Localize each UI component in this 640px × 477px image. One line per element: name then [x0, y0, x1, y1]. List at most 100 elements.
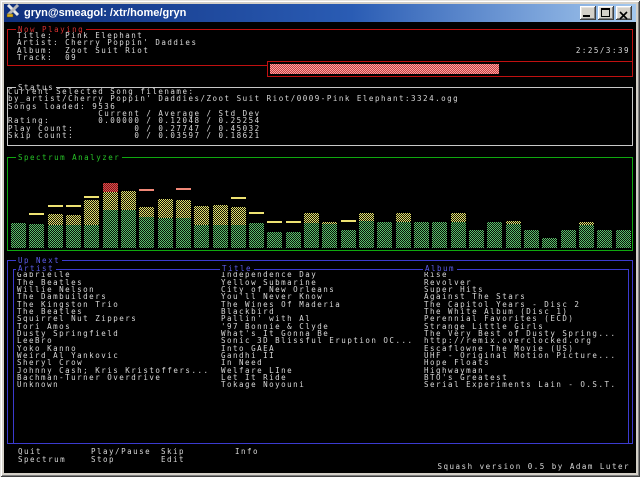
peak-marker	[48, 205, 63, 207]
spectrum-bar-segment	[451, 213, 466, 222]
spectrum-bar-segment	[542, 238, 557, 248]
spectrum-bar	[506, 221, 521, 248]
peak-marker	[231, 197, 246, 199]
spectrum-bar-segment	[286, 232, 301, 248]
spectrum-bar-segment	[213, 225, 228, 248]
spectrum-bar-segment	[48, 225, 63, 248]
version-text: Squash version 0.5 by Adam Luter	[438, 463, 631, 470]
spectrum-bars	[8, 158, 632, 250]
spectrum-bar-segment	[121, 191, 136, 210]
spectrum-bar-segment	[616, 230, 631, 248]
spectrum-bar-segment	[103, 210, 118, 248]
peak-marker	[341, 220, 356, 222]
spectrum-bar-segment	[158, 218, 173, 248]
spectrum-bar	[84, 200, 99, 248]
maximize-button[interactable]	[598, 6, 614, 20]
spectrum-bar-segment	[377, 222, 392, 248]
peak-marker	[84, 196, 99, 198]
spectrum-analyzer-panel: Spectrum Analyzer	[7, 157, 633, 251]
spectrum-bar	[487, 222, 502, 248]
window-icon[interactable]	[6, 4, 20, 23]
peak-marker	[176, 188, 191, 190]
window-title: gryn@smeagol: /xtr/home/gryn	[24, 7, 186, 19]
up-next-row[interactable]: Unknown Tokage Noyouni Serial Experiments …	[8, 381, 632, 389]
spectrum-bar	[158, 199, 173, 248]
spectrum-bar	[267, 232, 282, 248]
spectrum-bar	[231, 207, 246, 248]
progress-fill	[270, 64, 499, 74]
spectrum-bar	[616, 230, 631, 248]
spectrum-bar	[414, 222, 429, 248]
track-time: 2:25/3:39	[576, 47, 630, 54]
peak-marker	[66, 205, 81, 207]
spectrum-bar	[121, 191, 136, 248]
peak-marker	[249, 212, 264, 214]
spectrum-bar-segment	[176, 218, 191, 248]
spectrum-bar	[542, 238, 557, 248]
cell-artist: Unknown	[17, 381, 59, 388]
cell-album: Serial Experiments Lain - O.S.T.	[424, 381, 617, 388]
minimize-icon	[583, 15, 590, 17]
spectrum-bar-segment	[579, 225, 594, 248]
close-button[interactable]	[616, 6, 632, 20]
spectrum-bar	[561, 230, 576, 248]
spectrum-bar-segment	[249, 223, 264, 248]
menu-item-stop[interactable]: Stop	[91, 456, 115, 463]
spectrum-bar	[139, 207, 154, 248]
progress-bar[interactable]	[267, 61, 633, 77]
column-header-artist: Artist	[16, 265, 56, 272]
spectrum-bar-segment	[103, 183, 118, 192]
maximize-icon	[601, 8, 610, 17]
window-titlebar[interactable]: gryn@smeagol: /xtr/home/gryn	[4, 4, 636, 22]
spectrum-bar-segment	[66, 225, 81, 248]
spectrum-bar-segment	[487, 222, 502, 248]
spectrum-bar-segment	[524, 230, 539, 248]
spectrum-bar	[322, 222, 337, 248]
peak-marker	[29, 213, 44, 215]
terminal-screen: Now Playing Title: Pink Elephant Artist:…	[4, 22, 636, 473]
spectrum-bar-segment	[103, 192, 118, 210]
spectrum-bar-segment	[414, 222, 429, 248]
spectrum-bar-segment	[176, 200, 191, 218]
spectrum-bar-segment	[396, 213, 411, 222]
spectrum-bar-segment	[396, 222, 411, 248]
spectrum-bar	[66, 215, 81, 248]
menu-item-edit[interactable]: Edit	[161, 456, 185, 463]
spectrum-bar	[524, 230, 539, 248]
menu-item-info[interactable]: Info	[235, 448, 259, 455]
spectrum-bar-segment	[469, 230, 484, 248]
peak-marker	[267, 221, 282, 223]
spectrum-bar-segment	[139, 207, 154, 217]
spectrum-bar	[432, 222, 447, 248]
spectrum-bar	[396, 213, 411, 248]
spectrum-bar-segment	[158, 199, 173, 218]
spectrum-bar-segment	[561, 230, 576, 248]
spectrum-bar-segment	[341, 230, 356, 248]
spectrum-bar-segment	[597, 230, 612, 248]
spectrum-bar-segment	[506, 224, 521, 248]
spectrum-bar-segment	[231, 207, 246, 225]
up-next-list: GabrielleIndependence DayRiseThe Beatles…	[8, 261, 632, 443]
spectrum-bar	[304, 213, 319, 248]
spectrum-bar-segment	[66, 215, 81, 225]
spectrum-bar	[176, 200, 191, 248]
spectrum-bar-segment	[194, 206, 209, 225]
spectrum-bar-segment	[231, 225, 246, 248]
now-playing-lines: Title: Pink Elephant Artist: Cherry Popp…	[17, 32, 197, 61]
spectrum-bar	[359, 213, 374, 248]
menu-item-spectrum[interactable]: Spectrum	[18, 456, 66, 463]
spectrum-bar	[341, 230, 356, 248]
window-controls	[578, 6, 632, 20]
cell-title: Tokage Noyouni	[221, 381, 305, 388]
spectrum-bar-segment	[432, 222, 447, 248]
spectrum-bar	[11, 223, 26, 248]
spectrum-bar-segment	[322, 224, 337, 248]
spectrum-bar	[194, 206, 209, 248]
spectrum-bar-segment	[213, 205, 228, 225]
spectrum-bar-segment	[304, 213, 319, 223]
spectrum-bar-segment	[359, 221, 374, 248]
spectrum-bar-segment	[194, 225, 209, 248]
spectrum-bar	[103, 183, 118, 248]
spectrum-bar-segment	[304, 223, 319, 248]
minimize-button[interactable]	[580, 6, 596, 20]
